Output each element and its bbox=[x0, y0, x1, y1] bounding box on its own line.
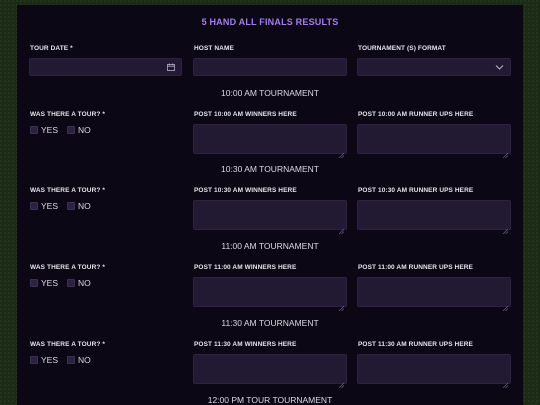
chevron-down-icon[interactable] bbox=[495, 63, 504, 73]
winners-label: POST 10:00 AM WINNERS HERE bbox=[194, 111, 297, 118]
tour-yes-option[interactable]: YES bbox=[30, 125, 58, 135]
no-checkbox[interactable] bbox=[67, 126, 75, 134]
tour-yes-option[interactable]: YES bbox=[30, 201, 58, 211]
runner-ups-label: POST 10:30 AM RUNNER UPS HERE bbox=[358, 187, 474, 194]
winners-label: POST 11:30 AM WINNERS HERE bbox=[194, 341, 297, 348]
winners-label: POST 10:30 AM WINNERS HERE bbox=[194, 187, 297, 194]
winners-textarea[interactable] bbox=[193, 200, 347, 235]
winners-label: POST 11:00 AM WINNERS HERE bbox=[194, 264, 297, 271]
yes-label: YES bbox=[41, 355, 59, 365]
yes-label: YES bbox=[41, 125, 59, 135]
yes-label: YES bbox=[41, 201, 59, 211]
runner-ups-textarea[interactable] bbox=[357, 124, 511, 159]
section-heading-next: 12:00 PM TOUR TOURNAMENT bbox=[207, 395, 333, 405]
yes-label: YES bbox=[41, 278, 59, 288]
runner-ups-label: POST 11:30 AM RUNNER UPS HERE bbox=[358, 341, 473, 348]
resize-grip-icon[interactable] bbox=[338, 145, 345, 159]
no-label: NO bbox=[78, 125, 91, 135]
runner-ups-textarea[interactable] bbox=[357, 354, 511, 389]
no-checkbox[interactable] bbox=[67, 279, 75, 287]
yes-checkbox[interactable] bbox=[30, 126, 38, 134]
resize-grip-icon[interactable] bbox=[338, 298, 345, 312]
resize-grip-icon[interactable] bbox=[338, 221, 345, 235]
winners-textarea[interactable] bbox=[193, 124, 347, 159]
runner-ups-label: POST 10:00 AM RUNNER UPS HERE bbox=[358, 111, 474, 118]
tour-no-option[interactable]: NO bbox=[67, 355, 91, 365]
section-heading: 10:00 AM TOURNAMENT bbox=[221, 88, 319, 98]
tour-no-option[interactable]: NO bbox=[67, 201, 91, 211]
resize-grip-icon[interactable] bbox=[502, 375, 509, 389]
yes-checkbox[interactable] bbox=[30, 356, 38, 364]
was-there-a-tour-label: WAS THERE A TOUR? * bbox=[30, 341, 105, 348]
calendar-icon[interactable] bbox=[167, 63, 175, 73]
runner-ups-label: POST 11:00 AM RUNNER UPS HERE bbox=[358, 264, 473, 271]
tournament-format-select[interactable] bbox=[357, 58, 511, 76]
runner-ups-textarea[interactable] bbox=[357, 200, 511, 235]
no-label: NO bbox=[78, 201, 91, 211]
form-panel: 5 HAND ALL FINALS RESULTS TOUR DATE * HO… bbox=[17, 5, 523, 405]
tournament-format-label: TOURNAMENT (S) FORMAT bbox=[358, 45, 446, 52]
host-name-label: HOST NAME bbox=[194, 45, 234, 52]
tour-no-option[interactable]: NO bbox=[67, 125, 91, 135]
form-title: 5 HAND ALL FINALS RESULTS bbox=[201, 17, 339, 27]
resize-grip-icon[interactable] bbox=[502, 221, 509, 235]
tour-date-label: TOUR DATE * bbox=[30, 45, 73, 52]
resize-grip-icon[interactable] bbox=[502, 298, 509, 312]
was-there-a-tour-label: WAS THERE A TOUR? * bbox=[30, 187, 105, 194]
no-label: NO bbox=[78, 355, 91, 365]
resize-grip-icon[interactable] bbox=[502, 145, 509, 159]
winners-textarea[interactable] bbox=[193, 354, 347, 389]
yes-checkbox[interactable] bbox=[30, 202, 38, 210]
tour-yes-option[interactable]: YES bbox=[30, 278, 58, 288]
was-there-a-tour-label: WAS THERE A TOUR? * bbox=[30, 111, 105, 118]
no-label: NO bbox=[78, 278, 91, 288]
tour-no-option[interactable]: NO bbox=[67, 278, 91, 288]
yes-checkbox[interactable] bbox=[30, 279, 38, 287]
tour-date-input[interactable] bbox=[29, 58, 182, 76]
host-name-input[interactable] bbox=[193, 58, 347, 76]
was-there-a-tour-label: WAS THERE A TOUR? * bbox=[30, 264, 105, 271]
no-checkbox[interactable] bbox=[67, 356, 75, 364]
resize-grip-icon[interactable] bbox=[338, 375, 345, 389]
runner-ups-textarea[interactable] bbox=[357, 277, 511, 312]
section-heading: 11:00 AM TOURNAMENT bbox=[221, 241, 319, 251]
tour-yes-option[interactable]: YES bbox=[30, 355, 58, 365]
section-heading: 11:30 AM TOURNAMENT bbox=[221, 318, 319, 328]
section-heading: 10:30 AM TOURNAMENT bbox=[221, 164, 319, 174]
no-checkbox[interactable] bbox=[67, 202, 75, 210]
winners-textarea[interactable] bbox=[193, 277, 347, 312]
